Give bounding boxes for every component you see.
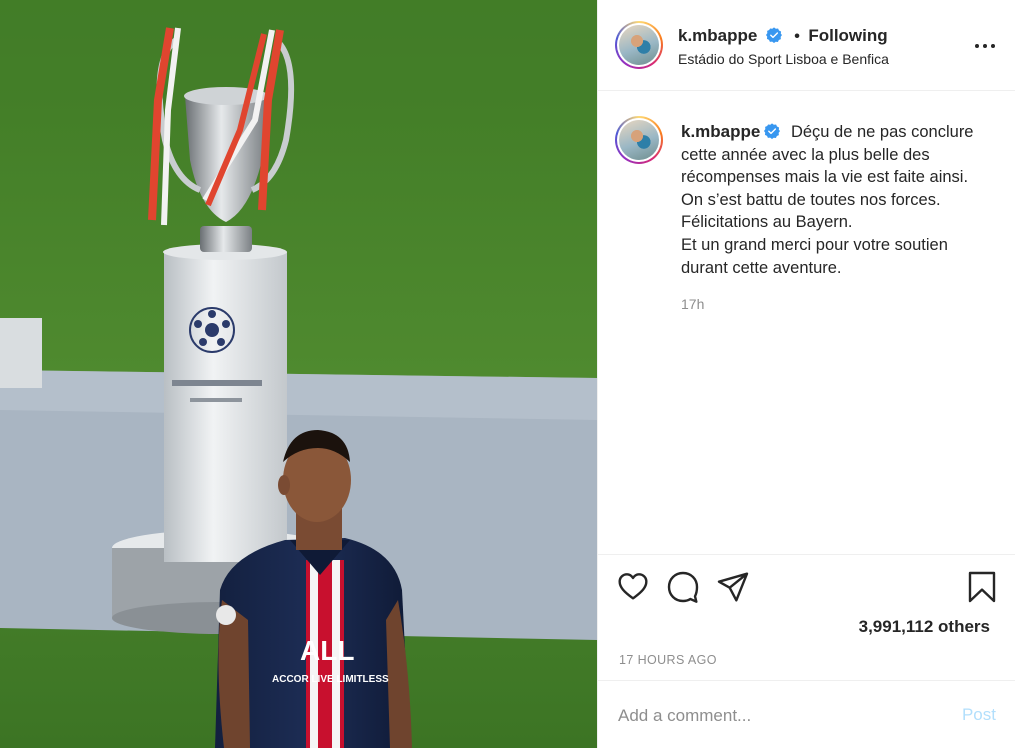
comment-bar: Post	[598, 680, 1015, 748]
following-button[interactable]: Following	[808, 26, 887, 45]
caption-line: cette année avec la plus belle des	[681, 145, 930, 164]
post-comment-button[interactable]: Post	[962, 705, 996, 725]
likes-count[interactable]: 3,991,112 others	[859, 617, 990, 637]
author-avatar[interactable]	[615, 21, 663, 69]
svg-text:ALL: ALL	[300, 635, 354, 666]
heart-icon[interactable]	[617, 571, 649, 603]
verified-badge-icon	[764, 123, 781, 139]
caption-line: Félicitations au Bayern.	[681, 213, 853, 232]
caption-text: k.mbappe Déçu de ne pas conclure cette a…	[681, 121, 1001, 279]
caption-line: récompenses mais la vie est faite ainsi.	[681, 168, 969, 187]
comment-icon[interactable]	[667, 571, 699, 603]
post-side-panel: k.mbappe • Following Estádio do Sport Li…	[597, 0, 1015, 748]
comment-input[interactable]	[618, 703, 938, 729]
caption-username[interactable]: k.mbappe	[681, 122, 760, 141]
svg-text:ACCOR LIVE LIMITLESS: ACCOR LIVE LIMITLESS	[272, 674, 389, 685]
caption-line: Déçu de ne pas conclure	[790, 123, 974, 141]
author-line: k.mbappe • Following	[678, 26, 888, 46]
caption-line: durant cette aventure.	[681, 258, 842, 277]
caption-author-avatar[interactable]	[615, 116, 663, 164]
post-caption-area: k.mbappe Déçu de ne pas conclure cette a…	[598, 92, 1015, 554]
author-username[interactable]: k.mbappe	[678, 26, 757, 45]
post-actions: 3,991,112 others 17 HOURS AGO	[598, 554, 1015, 680]
verified-badge-icon	[765, 27, 782, 43]
post-location[interactable]: Estádio do Sport Lisboa e Benfica	[678, 51, 889, 67]
post-header: k.mbappe • Following Estádio do Sport Li…	[598, 0, 1015, 91]
caption-line: Et un grand merci pour votre soutien	[681, 235, 948, 254]
caption-relative-time: 17h	[681, 296, 705, 312]
caption-line: On s’est battu de toutes nos forces.	[681, 190, 941, 209]
post-image: ALL ACCOR LIVE LIMITLESS	[0, 0, 597, 748]
more-options-icon[interactable]	[975, 38, 995, 54]
separator-dot: •	[794, 28, 800, 45]
post-timestamp[interactable]: 17 HOURS AGO	[619, 653, 717, 667]
paper-plane-icon[interactable]	[717, 571, 749, 603]
bookmark-icon[interactable]	[967, 571, 997, 603]
post-photo[interactable]: ALL ACCOR LIVE LIMITLESS	[0, 0, 597, 748]
